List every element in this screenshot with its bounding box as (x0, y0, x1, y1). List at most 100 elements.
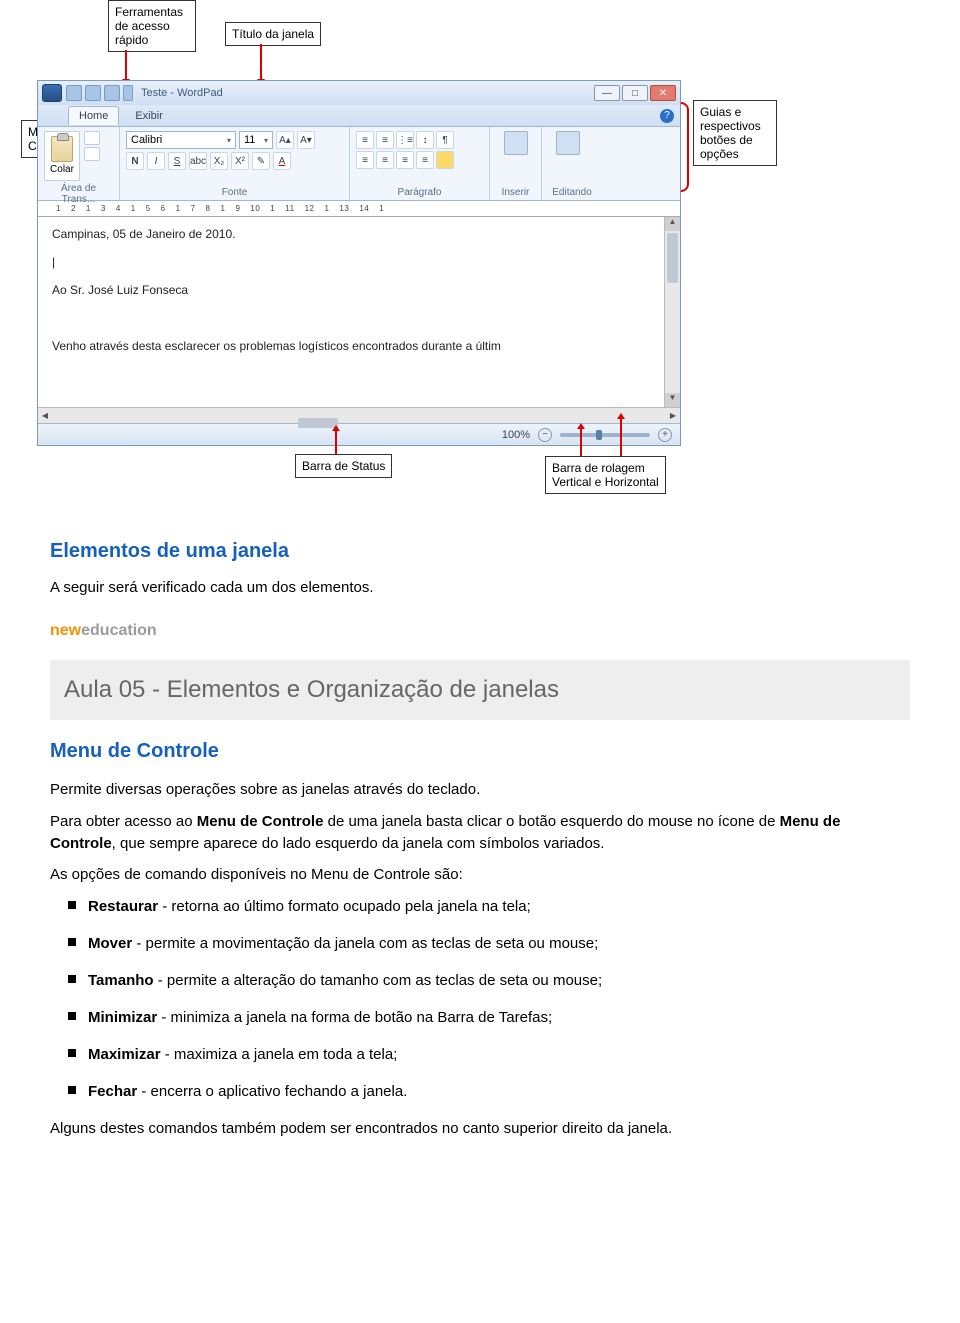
document-page[interactable]: Campinas, 05 de Janeiro de 2010. | Ao Sr… (38, 217, 664, 407)
save-icon[interactable] (66, 85, 82, 101)
qat-dropdown-icon[interactable] (123, 85, 133, 101)
document-area: Campinas, 05 de Janeiro de 2010. | Ao Sr… (38, 217, 680, 407)
callout-status-bar: Barra de Status (295, 454, 392, 478)
align-justify-icon[interactable]: ≡ (416, 151, 434, 169)
arrow (125, 50, 127, 80)
group-label: Parágrafo (356, 187, 483, 198)
scroll-thumb[interactable] (667, 233, 678, 283)
wordpad-window: Teste - WordPad — □ ✕ Home Exibir ? Cola… (37, 80, 681, 446)
annotated-screenshot: Ferramentas de acesso rápido Título da j… (15, 0, 960, 520)
picture-icon (504, 131, 528, 155)
highlight-button[interactable]: ✎ (252, 152, 270, 170)
align-center-icon[interactable]: ≡ (376, 151, 394, 169)
window-title: Teste - WordPad (141, 87, 223, 99)
list-item: Minimizar - minimiza a janela na forma d… (68, 1007, 910, 1028)
help-icon[interactable]: ? (660, 109, 674, 123)
copy-icon[interactable] (84, 147, 100, 161)
zoom-value: 100% (502, 429, 530, 441)
scroll-up-icon[interactable]: ▲ (665, 217, 680, 231)
grow-font-icon[interactable]: A▴ (276, 131, 294, 149)
scroll-down-icon[interactable]: ▼ (665, 393, 680, 407)
scroll-right-icon[interactable]: ▶ (666, 411, 680, 420)
vertical-scrollbar[interactable]: ▲ ▼ (664, 217, 680, 407)
group-paragraph: ≡ ≡ ⋮≡ ↕ ¶ ≡ ≡ ≡ ≡ Parágrafo (350, 127, 490, 200)
font-name-select[interactable]: Calibri (126, 131, 236, 149)
zoom-slider[interactable] (560, 433, 650, 437)
redo-icon[interactable] (104, 85, 120, 101)
doc-line: Ao Sr. José Luiz Fonseca (52, 283, 650, 297)
binoculars-icon (556, 131, 580, 155)
align-right-icon[interactable]: ≡ (396, 151, 414, 169)
group-font: Calibri 11 A▴ A▾ N I S abc X₂ X² ✎ A (120, 127, 350, 200)
list-item: Fechar - encerra o aplicativo fechando a… (68, 1081, 910, 1102)
document-body: Elementos de uma janela A seguir será ve… (0, 540, 960, 1190)
minimize-button[interactable]: — (594, 85, 620, 101)
superscript-button[interactable]: X² (231, 152, 249, 170)
list-item: Maximizar - maximiza a janela em toda a … (68, 1044, 910, 1065)
insert-button[interactable] (496, 131, 536, 157)
undo-icon[interactable] (85, 85, 101, 101)
group-insert: Inserir (490, 127, 542, 200)
group-label: Editando (548, 187, 596, 198)
zoom-in-button[interactable]: + (658, 428, 672, 442)
indent-dec-icon[interactable]: ≡ (356, 131, 374, 149)
paste-button[interactable]: Colar (44, 131, 80, 181)
paragraph: Para obter acesso ao Menu de Controle de… (50, 811, 910, 855)
align-left-icon[interactable]: ≡ (356, 151, 374, 169)
window-controls: — □ ✕ (594, 85, 676, 101)
clipboard-icon (51, 136, 73, 162)
options-list: Restaurar - retorna ao último formato oc… (68, 896, 910, 1102)
doc-line: Venho através desta esclarecer os proble… (52, 339, 650, 353)
paragraph: Alguns destes comandos também podem ser … (50, 1118, 910, 1140)
group-clipboard: Colar Área de Trans... (38, 127, 120, 200)
section-title: Elementos de uma janela (50, 540, 910, 563)
cut-icon[interactable] (84, 131, 100, 145)
fill-color-icon[interactable] (436, 151, 454, 169)
close-button[interactable]: ✕ (650, 85, 676, 101)
list-item: Mover - permite a movimentação da janela… (68, 933, 910, 954)
strike-button[interactable]: abc (189, 152, 207, 170)
callout-quick-access: Ferramentas de acesso rápido (108, 0, 196, 52)
group-label: Inserir (496, 187, 535, 198)
arrow (260, 44, 262, 80)
zoom-out-button[interactable]: − (538, 428, 552, 442)
subheading: Menu de Controle (50, 740, 910, 763)
para-icon[interactable]: ¶ (436, 131, 454, 149)
callout-scroll-bars: Barra de rolagem Vertical e Horizontal (545, 456, 666, 494)
intro-text: A seguir será verificado cada um dos ele… (50, 579, 910, 596)
list-item: Tamanho - permite a alteração do tamanho… (68, 970, 910, 991)
callout-title-bar: Título da janela (225, 22, 321, 46)
brand-logo: neweducation (50, 622, 910, 640)
ruler: 12134156178191011112113141 (38, 201, 680, 217)
scroll-left-icon[interactable]: ◀ (38, 411, 52, 420)
lesson-banner: Aula 05 - Elementos e Organização de jan… (50, 660, 910, 720)
arrow (620, 418, 622, 456)
ribbon-tabs: Home Exibir ? (38, 105, 680, 127)
doc-cursor: | (52, 255, 650, 269)
list-icon[interactable]: ⋮≡ (396, 131, 414, 149)
paragraph: Permite diversas operações sobre as jane… (50, 779, 910, 801)
app-menu-button[interactable] (42, 84, 62, 102)
doc-line: Campinas, 05 de Janeiro de 2010. (52, 227, 650, 241)
paragraph: As opções de comando disponíveis no Menu… (50, 864, 910, 886)
subscript-button[interactable]: X₂ (210, 152, 228, 170)
underline-button[interactable]: S (168, 152, 186, 170)
maximize-button[interactable]: □ (622, 85, 648, 101)
indent-inc-icon[interactable]: ≡ (376, 131, 394, 149)
callout-tabs-buttons: Guias e respectivos botões de opções (693, 100, 777, 166)
shrink-font-icon[interactable]: A▾ (297, 131, 315, 149)
tab-home[interactable]: Home (68, 106, 119, 125)
font-color-button[interactable]: A (273, 152, 291, 170)
bold-button[interactable]: N (126, 152, 144, 170)
quick-access-toolbar (66, 85, 133, 101)
italic-button[interactable]: I (147, 152, 165, 170)
group-editing: Editando (542, 127, 602, 200)
font-size-select[interactable]: 11 (239, 131, 273, 149)
group-label: Área de Trans... (44, 183, 113, 205)
find-button[interactable] (548, 131, 588, 157)
horizontal-scrollbar[interactable]: ◀ ▶ (38, 407, 680, 423)
arrow (335, 430, 337, 454)
tab-view[interactable]: Exibir (125, 107, 173, 125)
group-label: Fonte (126, 187, 343, 198)
line-spacing-icon[interactable]: ↕ (416, 131, 434, 149)
